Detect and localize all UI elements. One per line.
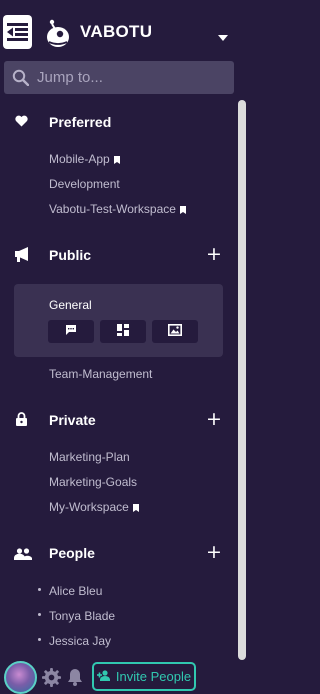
person-label: Jessica Jay xyxy=(49,634,112,648)
bookmark-icon xyxy=(132,500,139,516)
section-label: Private xyxy=(49,412,96,428)
person-item[interactable]: Alice Bleu xyxy=(49,583,102,599)
section-label: Public xyxy=(49,247,92,263)
channel-label: Marketing-Plan xyxy=(49,450,130,464)
megaphone-icon xyxy=(15,247,32,267)
person-label: Alice Bleu xyxy=(49,584,103,598)
gear-icon[interactable] xyxy=(42,668,61,692)
bookmark-icon xyxy=(179,202,186,218)
person-item[interactable]: Tonya Blade xyxy=(49,608,115,624)
channel-item[interactable]: Marketing-Plan xyxy=(49,449,130,465)
lock-icon xyxy=(16,412,27,431)
person-item[interactable]: Jessica Jay xyxy=(49,633,111,649)
sidebar-footer: Invite People xyxy=(0,660,246,694)
search-bar[interactable] xyxy=(4,61,234,94)
section-label: Preferred xyxy=(49,114,112,130)
channel-item[interactable]: Development xyxy=(49,176,120,192)
channel-label: My-Workspace xyxy=(49,500,129,514)
media-button[interactable] xyxy=(152,320,198,343)
invite-people-button[interactable]: Invite People xyxy=(92,662,196,691)
channel-label: Marketing-Goals xyxy=(49,475,138,489)
channel-item[interactable]: Marketing-Goals xyxy=(49,474,137,490)
collapse-sidebar-icon[interactable] xyxy=(3,15,32,49)
section-public[interactable]: Public + xyxy=(0,243,236,267)
channel-item[interactable]: My-Workspace xyxy=(49,499,139,515)
caret-down-icon[interactable] xyxy=(218,28,228,46)
bell-icon[interactable] xyxy=(67,668,83,691)
heart-icon xyxy=(15,114,28,132)
channel-label: Development xyxy=(49,177,120,191)
channel-label: Vabotu-Test-Workspace xyxy=(49,202,176,216)
avatar[interactable] xyxy=(4,661,37,694)
channel-label: General xyxy=(49,298,92,312)
chat-icon xyxy=(65,323,77,341)
bug-logo-icon xyxy=(44,18,70,48)
add-person-section-button[interactable]: + xyxy=(206,543,222,562)
status-dot xyxy=(38,638,41,641)
active-channel-card[interactable]: General xyxy=(14,284,223,357)
workspace-name[interactable]: VABOTU xyxy=(80,22,152,42)
status-dot xyxy=(38,588,41,591)
dashboard-icon xyxy=(117,323,129,341)
add-person-icon xyxy=(96,669,111,684)
sidebar-scrollbar[interactable] xyxy=(238,100,246,660)
channel-item[interactable]: Mobile-App xyxy=(49,151,120,167)
section-preferred[interactable]: Preferred xyxy=(0,110,236,134)
bookmark-icon xyxy=(113,152,120,168)
section-label: People xyxy=(49,545,95,561)
section-private[interactable]: Private + xyxy=(0,408,236,432)
section-people[interactable]: People + xyxy=(0,541,236,565)
sidebar-header: VABOTU xyxy=(0,0,246,58)
dashboard-button[interactable] xyxy=(100,320,146,343)
chat-button[interactable] xyxy=(48,320,94,343)
search-input[interactable] xyxy=(37,61,227,94)
channel-item[interactable]: Team-Management xyxy=(49,366,152,382)
add-channel-button[interactable]: + xyxy=(206,245,222,264)
image-icon xyxy=(168,323,182,341)
person-label: Tonya Blade xyxy=(49,609,116,623)
invite-label: Invite People xyxy=(115,669,192,684)
search-icon xyxy=(12,69,30,91)
channel-label: Mobile-App xyxy=(49,152,110,166)
add-private-channel-button[interactable]: + xyxy=(206,410,222,429)
people-icon xyxy=(14,547,32,565)
status-dot xyxy=(38,613,41,616)
channel-label: Team-Management xyxy=(49,367,153,381)
channel-item[interactable]: Vabotu-Test-Workspace xyxy=(49,201,186,217)
